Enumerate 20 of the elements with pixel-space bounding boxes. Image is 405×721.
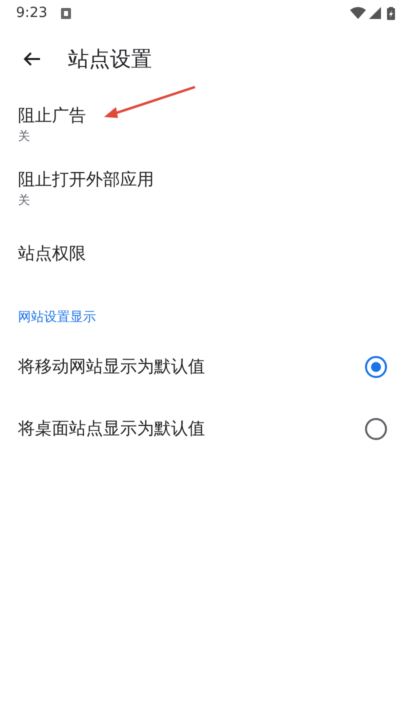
setting-summary: 关 [18,192,31,208]
setting-title: 阻止打开外部应用 [18,169,155,192]
wifi-icon [350,7,366,19]
setting-item[interactable]: 站点权限 [0,220,405,288]
radio-button[interactable] [365,418,387,440]
option-label: 将桌面站点显示为默认值 [18,418,205,441]
setting-title: 站点权限 [18,243,87,266]
radio-button[interactable] [365,356,387,378]
setting-item[interactable]: 阻止广告 关 [0,92,405,156]
setting-item[interactable]: 阻止打开外部应用 关 [0,156,405,220]
section-header: 网站设置显示 [18,310,96,325]
setting-title: 阻止广告 [18,105,87,128]
notification-icon [61,8,72,18]
page-title: 站点设置 [68,46,152,73]
setting-summary: 关 [18,128,31,144]
signal-icon [369,7,381,19]
back-arrow-icon [23,51,41,67]
option-label: 将移动网站显示为默认值 [18,356,205,379]
battery-icon [387,6,395,20]
status-time: 9:23 [16,5,48,21]
